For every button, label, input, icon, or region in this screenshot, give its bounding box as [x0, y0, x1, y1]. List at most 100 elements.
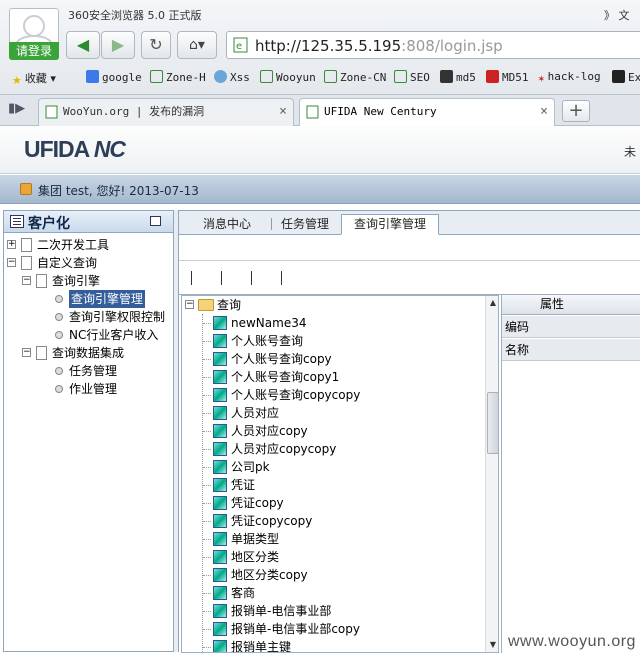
- bookmark-wooyun[interactable]: Wooyun: [260, 70, 316, 84]
- toolbar-separator: [221, 271, 222, 285]
- bookmark-ex[interactable]: Ex: [612, 70, 640, 84]
- close-tab-icon[interactable]: ×: [279, 99, 287, 125]
- tab-wooyun[interactable]: WooYun.org | 发布的漏洞 ×: [38, 98, 294, 126]
- google-icon: [86, 70, 99, 83]
- scroll-thumb[interactable]: [487, 392, 498, 454]
- tree-node-label: 查询引擎: [52, 274, 101, 288]
- tab-ufida[interactable]: UFIDA New Century ×: [299, 98, 555, 126]
- leaf-icon: [55, 367, 63, 375]
- browser-brand: 360安全浏览器 5.0 正式版: [68, 9, 202, 22]
- tree-node-label: NC行业客户收入: [69, 328, 159, 342]
- new-tab-button[interactable]: +: [562, 100, 590, 122]
- star-icon: ★: [12, 74, 22, 87]
- expand-icon[interactable]: +: [7, 240, 16, 249]
- login-button[interactable]: 请登录: [9, 42, 59, 60]
- bookmark-icon: [612, 70, 625, 83]
- property-row-code[interactable]: 编码: [502, 316, 640, 338]
- query-icon: [213, 514, 227, 528]
- bookmark-favorites[interactable]: ★ 收藏 ▾: [12, 70, 56, 87]
- query-tree: − 查询 newName34 个人账号查询 个人账号查询copy 个人账号查询copy…: [181, 295, 499, 653]
- close-tab-icon[interactable]: ×: [540, 99, 548, 125]
- page-icon: [324, 70, 337, 83]
- tree-connector: [203, 449, 211, 450]
- query-icon: [213, 442, 227, 456]
- property-header: 属性: [502, 295, 640, 315]
- tab-query-engine[interactable]: 查询引擎管理: [341, 214, 440, 235]
- url-text[interactable]: http://125.35.5.195:808/login.jsp: [255, 37, 503, 55]
- home-button[interactable]: ⌂▾: [177, 31, 217, 59]
- query-item-label: 人员对应: [231, 406, 280, 420]
- panel-title: 客户化: [28, 216, 70, 232]
- query-icon: [213, 406, 227, 420]
- header-link[interactable]: 未: [624, 143, 636, 160]
- bookmark-zone-cn[interactable]: Zone-CN: [324, 70, 386, 84]
- query-icon: [213, 478, 227, 492]
- collapse-icon[interactable]: −: [22, 276, 31, 285]
- query-icon: [213, 496, 227, 510]
- bookmark-xss[interactable]: Xss: [214, 70, 250, 84]
- bookmark-md51[interactable]: MD51: [486, 70, 529, 84]
- bookmark-md5[interactable]: md5: [440, 70, 476, 84]
- query-icon: [213, 586, 227, 600]
- tree-node-label: 查询引擎权限控制: [69, 310, 166, 324]
- query-icon: [213, 550, 227, 564]
- minimize-icon[interactable]: [150, 216, 161, 226]
- tree-node-label: 查询数据集成: [52, 346, 125, 360]
- vertical-scrollbar[interactable]: ▲ ▼: [485, 296, 498, 652]
- query-item-label: 单据类型: [231, 532, 280, 546]
- tree-guide: [202, 314, 203, 652]
- query-icon: [213, 334, 227, 348]
- tab-task-management[interactable]: 任务管理: [281, 215, 329, 235]
- browser-tab-bar: ▮▶ WooYun.org | 发布的漏洞 × UFIDA New Centur…: [0, 95, 640, 126]
- folder-icon: [198, 299, 214, 311]
- bookmark-seo[interactable]: SEO: [394, 70, 430, 84]
- ufida-logo: UFIDA NC: [24, 136, 126, 162]
- query-icon: [213, 316, 227, 330]
- collapse-icon[interactable]: −: [22, 348, 31, 357]
- reload-button[interactable]: ↻: [141, 31, 171, 59]
- panel-header: 客户化: [4, 211, 173, 233]
- main-area: 消息中心 任务管理 查询引擎管理 − 查询 newName34 个人账号查询 个人账…: [178, 210, 640, 653]
- bookmarks-bar: ★ 收藏 ▾ google Zone-H Xss Wooyun Zone-CN S…: [0, 64, 640, 92]
- document-icon: [36, 346, 47, 360]
- sidebar-toggle-icon[interactable]: ▮▶: [8, 101, 25, 116]
- leaf-icon: [55, 295, 63, 303]
- property-row-name[interactable]: 名称: [502, 339, 640, 361]
- toolbar-separator: [251, 271, 252, 285]
- tab-message-center[interactable]: 消息中心: [203, 215, 251, 235]
- watermark: www.wooyun.org: [508, 633, 636, 650]
- collapse-icon[interactable]: −: [7, 258, 16, 267]
- scroll-up-icon[interactable]: ▲: [486, 296, 498, 310]
- menu-more[interactable]: 》 文: [604, 7, 630, 23]
- bookmark-google[interactable]: google: [86, 70, 142, 84]
- toolbar-separator: [191, 271, 192, 285]
- tree-connector: [203, 521, 211, 522]
- tree-connector: [203, 467, 211, 468]
- collapse-icon[interactable]: −: [185, 300, 194, 309]
- query-icon: [213, 424, 227, 438]
- query-item-label: 个人账号查询copy: [231, 352, 332, 366]
- document-icon: [21, 256, 32, 270]
- page-icon: [150, 70, 163, 83]
- tree-node-label: 作业管理: [69, 382, 118, 396]
- code-icon: [486, 70, 499, 83]
- query-item-label: 人员对应copy: [231, 424, 308, 438]
- tree-connector: [203, 539, 211, 540]
- tree-connector: [203, 323, 211, 324]
- tree-connector: [203, 485, 211, 486]
- bookmark-hack-log[interactable]: ✶ hack-log: [538, 70, 601, 85]
- property-pane: 属性 编码 名称: [501, 295, 640, 653]
- back-arrow-icon: ◀: [76, 35, 90, 54]
- back-button[interactable]: ◀: [66, 31, 100, 59]
- query-icon: [213, 388, 227, 402]
- bookmark-zone-h[interactable]: Zone-H: [150, 70, 206, 84]
- leaf-icon: [55, 313, 63, 321]
- toolbar-separator: [281, 271, 282, 285]
- query-item-label: 地区分类: [231, 550, 280, 564]
- query-icon: [213, 532, 227, 546]
- app-header: UFIDA NC 未: [0, 126, 640, 174]
- scroll-down-icon[interactable]: ▼: [486, 638, 498, 652]
- tab-divider: [271, 218, 272, 230]
- forward-button[interactable]: ▶: [101, 31, 135, 59]
- address-bar[interactable]: e http://125.35.5.195:808/login.jsp: [226, 31, 640, 59]
